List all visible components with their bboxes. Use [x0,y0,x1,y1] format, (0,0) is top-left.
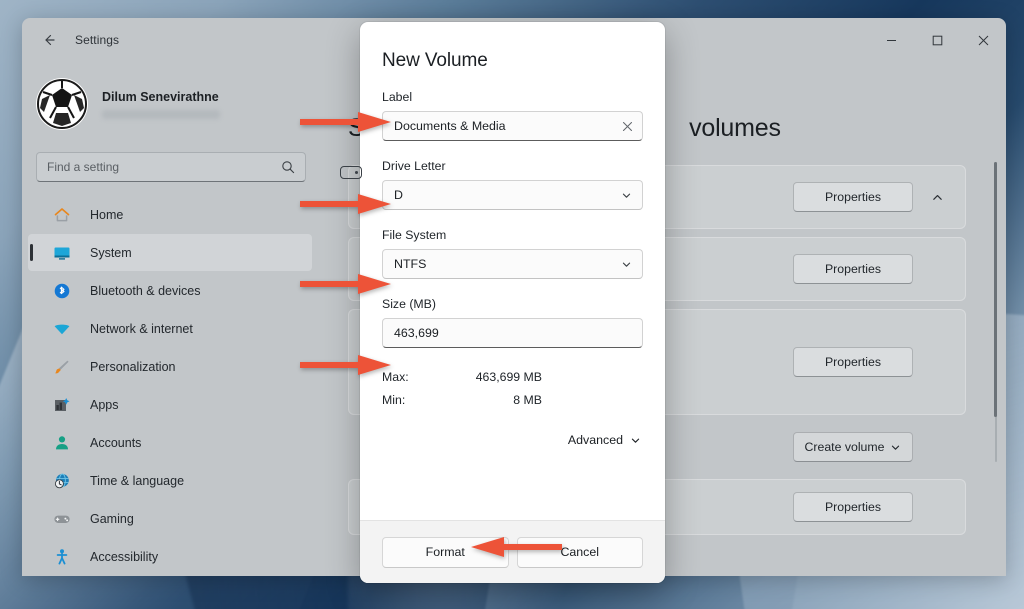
dialog-title: New Volume [382,50,488,71]
titlebar-title: Settings [75,33,120,47]
person-icon [52,433,72,453]
sidebar-item-label: Gaming [90,511,134,526]
sidebar-item-label: Personalization [90,359,176,374]
new-volume-dialog: New Volume Label Drive Letter D File [360,22,665,583]
size-input[interactable] [394,326,638,340]
sidebar-item-label: Apps [90,397,119,412]
file-system-select[interactable]: NTFS [382,249,643,279]
accessibility-icon [52,547,72,567]
gamepad-icon [52,509,72,529]
format-button[interactable]: Format [382,536,509,568]
label-field-group: Label [382,90,643,141]
dialog-body: New Volume Label Drive Letter D File [360,22,665,520]
paintbrush-icon [52,357,72,377]
sidebar-item-gaming[interactable]: Gaming [28,500,312,537]
create-volume-label: Create volume [804,440,885,454]
sidebar-item-personalization[interactable]: Personalization [28,348,312,385]
page-title-right: volumes [689,114,781,142]
avatar[interactable] [36,78,88,130]
sidebar-item-network-internet[interactable]: Network & internet [28,310,312,347]
max-size-row: Max: 463,699 MB [382,370,643,384]
search-input[interactable] [47,160,279,174]
max-size-value: 463,699 MB [475,370,542,384]
create-volume-button[interactable]: Create volume [793,432,913,462]
label-field-caption: Label [382,90,413,104]
file-system-value: NTFS [394,257,427,271]
apps-icon [52,395,72,415]
scrollbar-thumb[interactable] [994,162,997,417]
properties-button[interactable]: Properties [793,182,913,212]
file-system-field-group: File System NTFS [382,228,643,279]
max-size-label: Max: [382,370,409,384]
size-limits: Max: 463,699 MB Min: 8 MB [382,370,643,407]
sidebar-item-bluetooth-devices[interactable]: Bluetooth & devices [28,272,312,309]
sidebar-item-label: Time & language [90,473,185,488]
window-controls [868,18,1006,62]
profile-text: Dilum Senevirathne [102,90,220,119]
close-icon[interactable] [616,115,638,137]
monitor-icon [52,243,72,263]
drive-letter-field-group: Drive Letter D [382,159,643,210]
disk-drive-icon [340,166,362,179]
label-input[interactable] [394,119,616,133]
properties-button[interactable]: Properties [793,347,913,377]
sidebar-item-label: Bluetooth & devices [90,283,201,298]
back-button[interactable] [33,24,65,56]
advanced-label: Advanced [567,433,623,447]
chevron-down-icon [890,442,901,453]
search-icon[interactable] [279,158,297,176]
wifi-icon [52,319,72,339]
profile-name: Dilum Senevirathne [102,89,219,104]
file-system-caption: File System [382,228,447,242]
size-input-wrap[interactable] [382,318,643,348]
chevron-down-icon [630,435,641,446]
sidebar-item-home[interactable]: Home [28,196,312,233]
home-icon [52,205,72,225]
sidebar-item-label: Accessibility [90,549,159,564]
sidebar-item-time-language[interactable]: Time & language [28,462,312,499]
profile-section[interactable]: Dilum Senevirathne [22,62,320,136]
search-box[interactable] [36,152,306,182]
sidebar-item-apps[interactable]: Apps [28,386,312,423]
sidebar-nav: Home System Bluetooth & devices Network … [22,196,320,575]
close-button[interactable] [960,18,1006,62]
min-size-row: Min: 8 MB [382,393,643,407]
drive-letter-select[interactable]: D [382,180,643,210]
minimize-button[interactable] [868,18,914,62]
bluetooth-icon [52,281,72,301]
advanced-row: Advanced [382,433,643,447]
sidebar-item-system[interactable]: System [28,234,312,271]
clock-globe-icon [52,471,72,491]
label-input-wrap[interactable] [382,111,643,141]
sidebar-item-accessibility[interactable]: Accessibility [28,538,312,575]
advanced-toggle[interactable]: Advanced [568,433,641,447]
maximize-button[interactable] [914,18,960,62]
sidebar-item-label: System [90,245,132,260]
properties-button[interactable]: Properties [793,492,913,522]
properties-button[interactable]: Properties [793,254,913,284]
min-size-label: Min: [382,393,406,407]
chevron-down-icon [621,259,632,270]
sidebar: Dilum Senevirathne Find a setting Home S… [22,62,320,576]
size-caption: Size (MB) [382,297,436,311]
sidebar-item-label: Home [90,207,124,222]
dialog-footer: Format Cancel [360,520,665,583]
size-field-group: Size (MB) [382,297,643,348]
chevron-up-icon[interactable] [923,183,951,211]
content-scrollbar[interactable] [991,162,1000,462]
sidebar-item-accounts[interactable]: Accounts [28,424,312,461]
chevron-down-icon [621,190,632,201]
cancel-button[interactable]: Cancel [516,536,643,568]
min-size-value: 8 MB [513,393,542,407]
drive-letter-caption: Drive Letter [382,159,446,173]
drive-letter-value: D [394,188,403,202]
sidebar-item-label: Network & internet [90,321,193,336]
profile-email-redacted [102,109,220,119]
sidebar-item-label: Accounts [90,435,142,450]
